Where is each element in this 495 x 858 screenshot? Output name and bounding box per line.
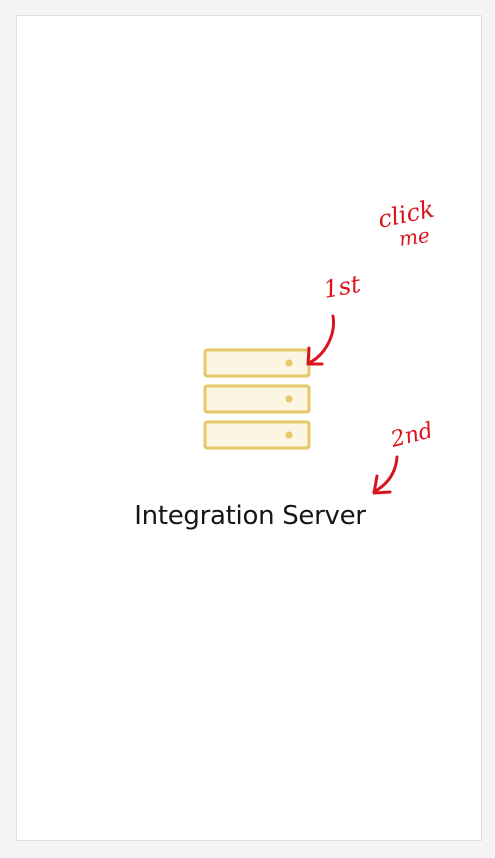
tile-title[interactable]: Integration Server xyxy=(17,501,483,531)
page: Integration Server click me 1st 2nd xyxy=(0,0,495,858)
server-rack-icon xyxy=(203,348,311,450)
integration-server-tile[interactable]: Integration Server xyxy=(16,15,482,841)
